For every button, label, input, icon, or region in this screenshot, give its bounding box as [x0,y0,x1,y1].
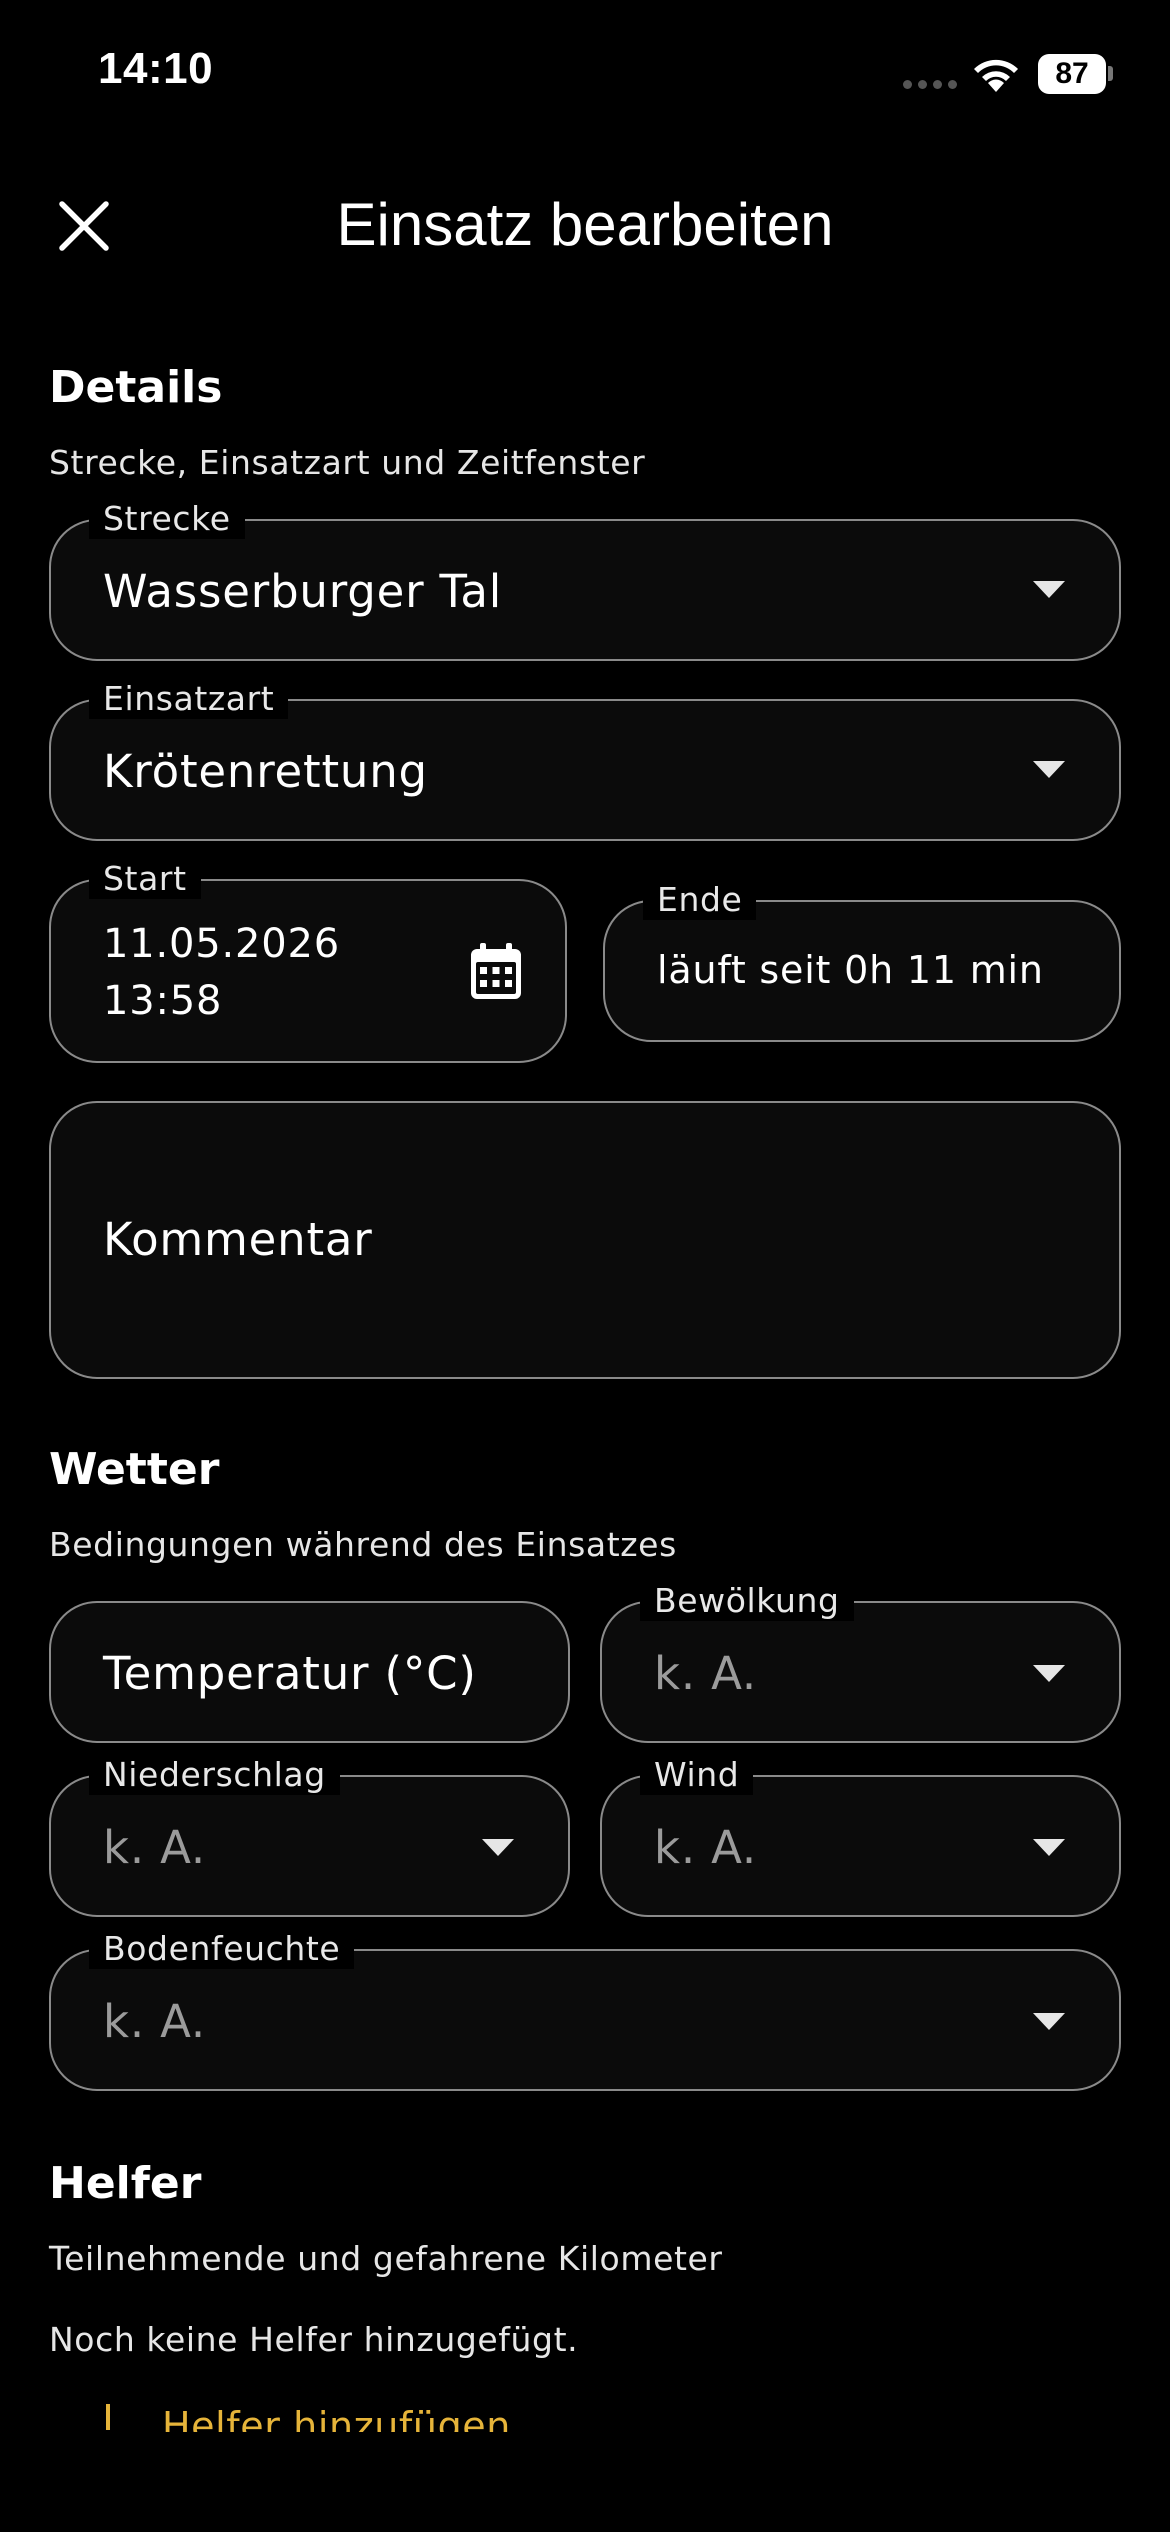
temperatur-placeholder: Temperatur (°C) [103,1647,477,1700]
ende-field[interactable]: Ende läuft seit 0h 11 min [603,880,1121,1042]
ende-label: Ende [643,880,757,920]
start-datetime-field[interactable]: Start 11.05.2026 13:58 [49,859,567,1063]
start-date: 11.05.2026 [103,921,341,967]
chevron-down-icon [1033,581,1065,598]
chevron-down-icon [1033,2013,1065,2030]
niederschlag-select[interactable]: Niederschlag k. A. [49,1755,570,1917]
einsatzart-label: Einsatzart [89,679,289,719]
section-title-wetter: Wetter [49,1444,220,1495]
bewoelkung-label: Bewölkung [640,1581,854,1621]
calendar-icon[interactable] [467,941,525,1003]
cellular-signal-icon [903,80,957,89]
strecke-select[interactable]: Strecke Wasserburger Tal [49,499,1121,661]
wind-value: k. A. [654,1821,757,1874]
einsatzart-select[interactable]: Einsatzart Krötenrettung [49,679,1121,841]
chevron-down-icon [482,1839,514,1856]
ende-value: läuft seit 0h 11 min [657,948,1044,992]
status-time: 14:10 [98,44,214,93]
helfer-empty-text: Noch keine Helfer hinzugefügt. [49,2320,579,2359]
niederschlag-value: k. A. [103,1821,206,1874]
page-title: Einsatz bearbeiten [336,191,834,258]
wifi-icon [974,59,1018,92]
chevron-down-icon [1033,1665,1065,1682]
bodenfeuchte-label: Bodenfeuchte [89,1929,355,1969]
chevron-down-icon [1033,1839,1065,1856]
start-label: Start [89,859,201,899]
bodenfeuchte-value: k. A. [103,1995,206,2048]
wind-label: Wind [640,1755,754,1795]
strecke-value: Wasserburger Tal [103,565,503,618]
temperatur-input[interactable]: Temperatur (°C) [49,1601,570,1743]
bewoelkung-value: k. A. [654,1647,757,1700]
section-subtitle-wetter: Bedingungen während des Einsatzes [49,1525,677,1564]
battery-icon: 87 [1038,54,1106,94]
start-time: 13:58 [103,978,223,1024]
wind-select[interactable]: Wind k. A. [600,1755,1121,1917]
section-title-helfer: Helfer [49,2158,202,2209]
kommentar-input[interactable]: Kommentar [49,1101,1121,1379]
bewoelkung-select[interactable]: Bewölkung k. A. [600,1581,1121,1743]
strecke-label: Strecke [89,499,245,539]
plus-icon [106,2404,110,2430]
kommentar-placeholder: Kommentar [103,1213,373,1266]
bodenfeuchte-select[interactable]: Bodenfeuchte k. A. [49,1929,1121,2091]
section-subtitle-details: Strecke, Einsatzart und Zeitfenster [49,443,646,482]
einsatzart-value: Krötenrettung [103,745,428,798]
bottom-cutoff [0,2432,1170,2532]
section-title-details: Details [49,362,223,413]
section-subtitle-helfer: Teilnehmende und gefahrene Kilometer [49,2239,723,2278]
niederschlag-label: Niederschlag [89,1755,340,1795]
chevron-down-icon [1033,761,1065,778]
battery-tip [1108,66,1113,81]
